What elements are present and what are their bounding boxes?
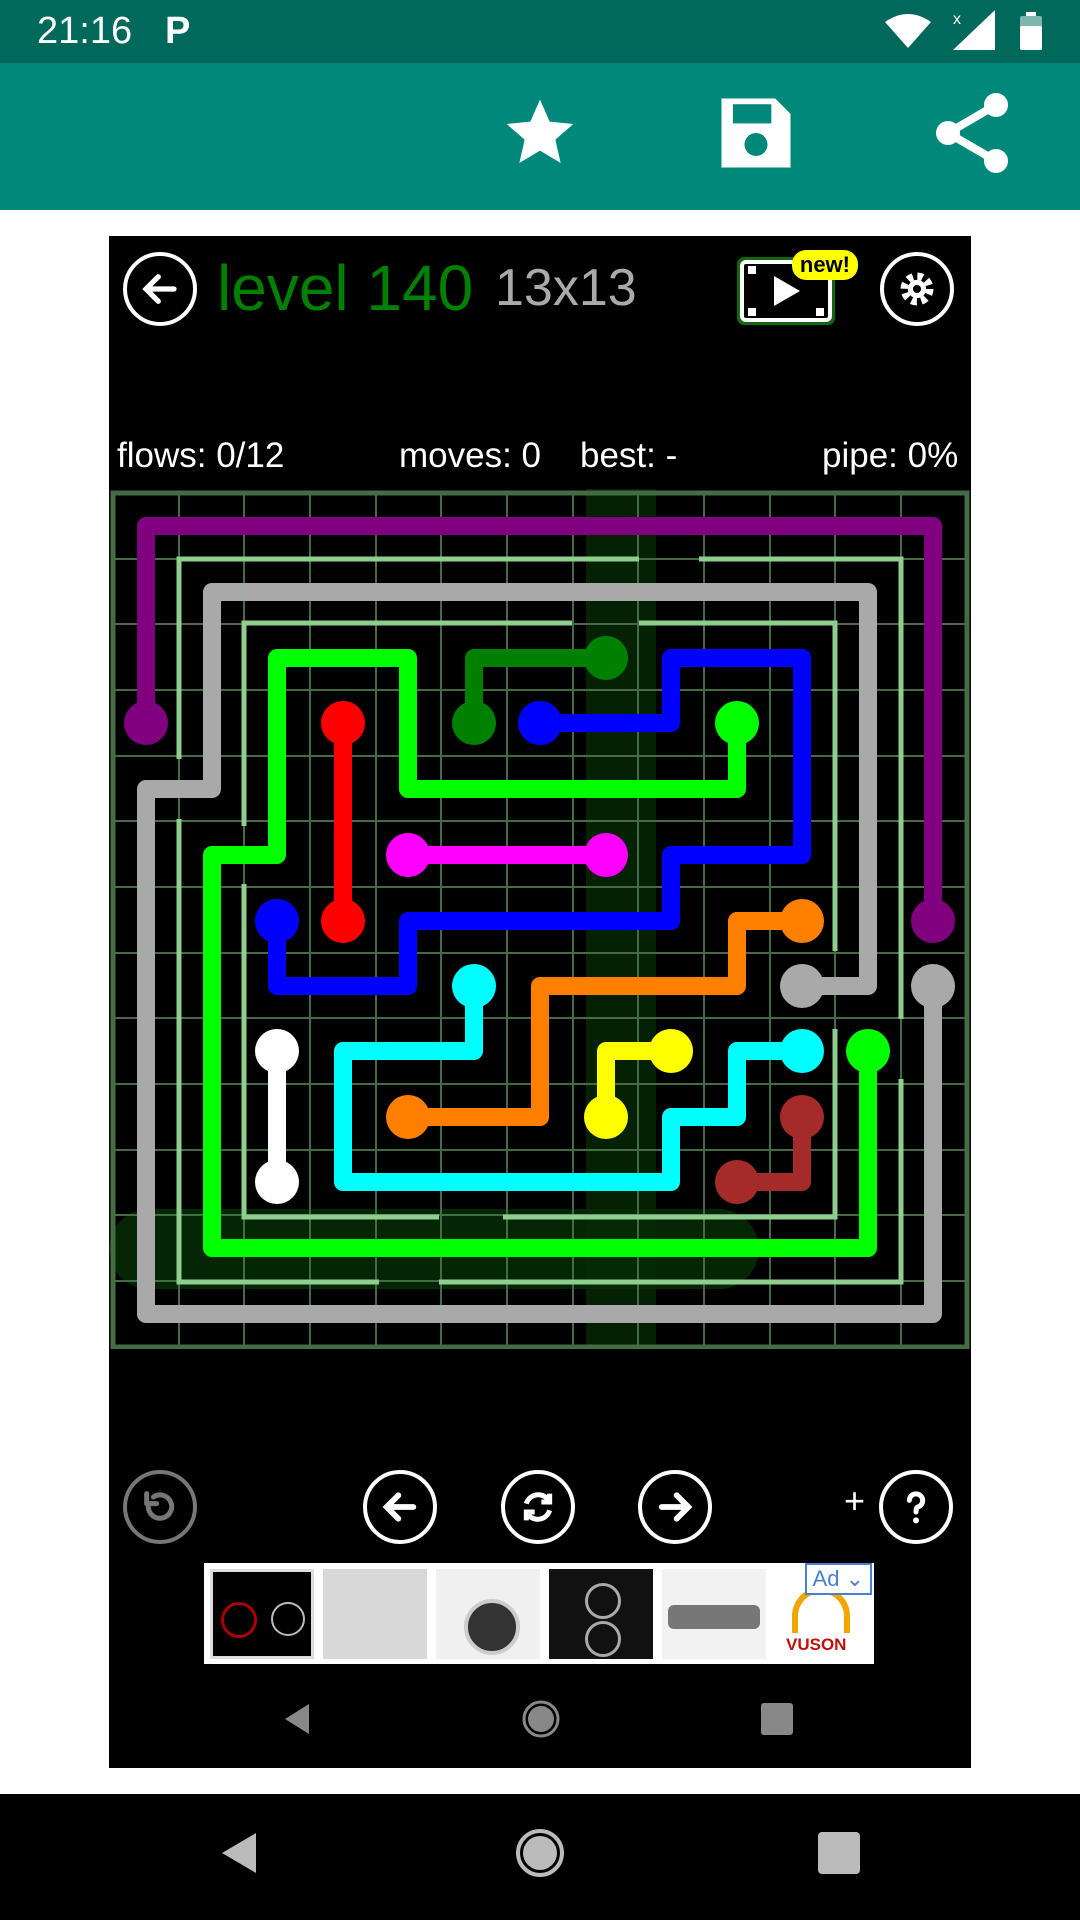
back-icon[interactable]: [216, 1829, 260, 1877]
svg-text:x: x: [953, 11, 961, 28]
ad-washing-machine-image: [436, 1569, 540, 1659]
hint-button[interactable]: [879, 1470, 953, 1544]
ad-gas-stove-image: [662, 1569, 766, 1659]
status-time: 21:16: [37, 10, 133, 52]
arrow-left-icon: [142, 274, 177, 304]
ad-cooktop-image: [210, 1569, 314, 1659]
share-icon[interactable]: [922, 83, 1022, 183]
inner-recents-icon: [761, 1703, 793, 1735]
video-button[interactable]: new!: [734, 250, 858, 330]
new-badge: new!: [791, 250, 858, 280]
undo-button[interactable]: [123, 1470, 197, 1544]
question-icon: [906, 1491, 926, 1524]
hint-plus-label: +: [844, 1480, 866, 1521]
grid-size-label: 13x13: [495, 259, 637, 317]
game-screenshot: level 140 13x13 new! flows: 0/12 moves: …: [109, 236, 971, 1768]
signal-icon: x: [953, 10, 995, 50]
puzzle-board[interactable]: [109, 489, 971, 1349]
battery-icon: [1020, 12, 1042, 50]
next-level-button[interactable]: [638, 1470, 712, 1544]
ad-choices-badge[interactable]: Ad ⌄: [804, 1563, 872, 1595]
settings-button[interactable]: [880, 252, 954, 326]
chevron-down-icon: ⌄: [845, 1566, 864, 1591]
best-stat: best: -: [580, 436, 678, 475]
inner-back-icon: [285, 1704, 309, 1734]
gear-icon: [900, 272, 934, 306]
previous-level-button[interactable]: [363, 1470, 437, 1544]
undo-icon: [144, 1491, 175, 1521]
pipe-stat: pipe: 0%: [822, 436, 959, 475]
inner-home-icon: [522, 1700, 560, 1738]
home-icon[interactable]: [514, 1827, 566, 1879]
ad-dishwasher-image: [323, 1569, 427, 1659]
star-icon[interactable]: [490, 83, 590, 183]
ad-brand-name: VUSON: [786, 1635, 847, 1654]
back-button[interactable]: [123, 252, 197, 326]
recents-icon[interactable]: [818, 1832, 860, 1874]
ad-gas-hob-image: [549, 1569, 653, 1659]
save-icon[interactable]: [706, 83, 806, 183]
refresh-icon: [523, 1492, 553, 1522]
ad-badge-label: Ad: [812, 1566, 840, 1591]
moves-stat: moves: 0: [399, 436, 541, 475]
wifi-icon: [885, 14, 931, 48]
restart-button[interactable]: [501, 1470, 575, 1544]
status-bar: 21:16 P x: [0, 0, 1080, 63]
system-nav-bar: [0, 1794, 1080, 1920]
app-toolbar: [0, 63, 1080, 210]
parking-icon: P: [165, 10, 191, 52]
arrow-left-icon: [382, 1492, 417, 1522]
arrow-right-icon: [658, 1492, 693, 1522]
level-label: level 140: [217, 252, 474, 324]
ad-banner[interactable]: VUSON Ad ⌄: [204, 1563, 874, 1664]
flows-stat: flows: 0/12: [117, 436, 285, 475]
